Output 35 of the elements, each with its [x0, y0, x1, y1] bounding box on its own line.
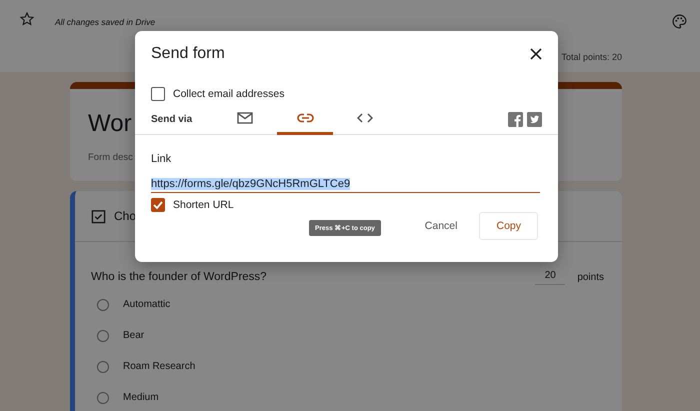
radio-button[interactable]	[97, 330, 109, 342]
checkbox-label: Collect email addresses	[173, 88, 284, 100]
code-icon	[357, 113, 373, 123]
total-points: Total points: 20	[561, 52, 622, 62]
option-label: Automattic	[123, 299, 170, 310]
checkbox[interactable]	[151, 87, 165, 101]
cancel-button[interactable]: Cancel	[412, 212, 470, 240]
question-text: Who is the founder of WordPress?	[91, 271, 267, 283]
send-via-label: Send via	[151, 114, 194, 124]
facebook-icon[interactable]	[508, 112, 523, 126]
points-label: points	[577, 272, 604, 282]
dialog-title: Send form	[151, 45, 225, 63]
points-field[interactable]: 20	[535, 270, 566, 284]
close-icon[interactable]	[530, 48, 542, 60]
option-label: Bear	[123, 330, 144, 341]
copy-button[interactable]: Copy	[479, 212, 538, 240]
star-icon[interactable]	[19, 11, 35, 27]
mail-icon	[237, 112, 253, 124]
link-label: Link	[151, 153, 172, 165]
form-title: Wor	[88, 110, 132, 138]
option-label: Roam Research	[123, 361, 196, 372]
radio-button[interactable]	[97, 298, 109, 310]
checkbox-label: Shorten URL	[173, 199, 234, 211]
save-status: All changes saved in Drive	[55, 17, 156, 27]
question-type: Cho	[114, 209, 136, 223]
radio-button[interactable]	[97, 392, 109, 404]
option-label: Medium	[123, 392, 159, 403]
twitter-icon[interactable]	[527, 112, 542, 126]
palette-icon[interactable]	[671, 12, 688, 30]
form-description: Form desc	[88, 152, 133, 163]
checkbox[interactable]	[151, 198, 165, 212]
url-field[interactable]: https://forms.gle/qbz9GNcH5RmGLTCe9	[151, 178, 540, 193]
radio-button[interactable]	[97, 360, 109, 372]
link-icon	[296, 113, 314, 123]
checkbox-icon	[91, 208, 106, 224]
